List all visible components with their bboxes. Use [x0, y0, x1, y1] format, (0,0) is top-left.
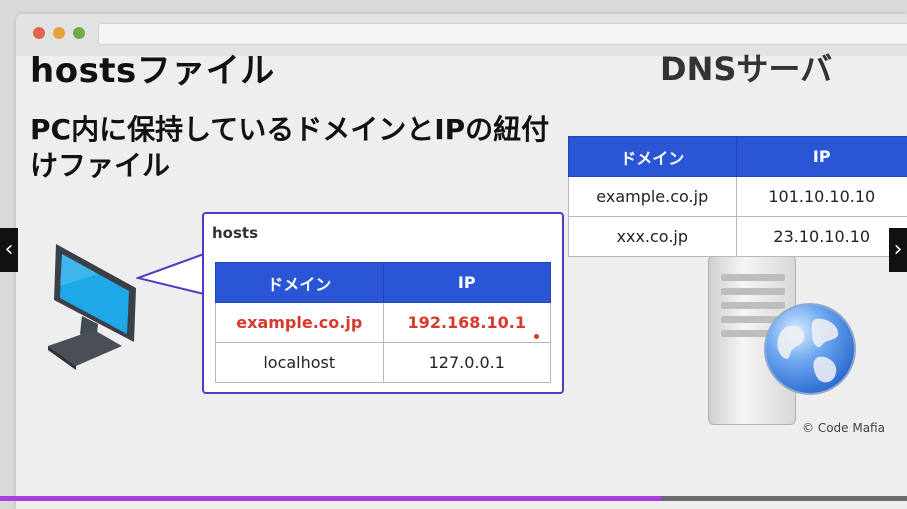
monitor-icon: [38, 238, 148, 378]
hosts-table-cell-ip: 127.0.0.1: [382, 342, 552, 383]
hosts-table-header-row: ドメイン IP: [215, 262, 552, 303]
dns-table-header-domain: ドメイン: [568, 136, 737, 177]
dns-table-cell-domain: example.co.jp: [568, 176, 737, 217]
hosts-table-header-ip: IP: [382, 262, 552, 303]
hosts-file-label: hosts: [212, 224, 259, 242]
hosts-table-header-domain: ドメイン: [215, 262, 384, 303]
chevron-left-icon: ‹: [4, 237, 14, 262]
bubble-pointer: [136, 252, 206, 296]
table-row: xxx.co.jp 23.10.10.10: [568, 216, 907, 257]
globe-icon: [764, 303, 856, 395]
hosts-table-cell-domain: example.co.jp: [215, 302, 384, 343]
dns-table-cell-ip: 23.10.10.10: [735, 216, 907, 257]
next-slide-button[interactable]: ›: [889, 228, 907, 272]
copyright-text: © Code Mafia: [802, 421, 885, 435]
annotation-dot: [534, 334, 539, 339]
video-progress-bar[interactable]: [0, 496, 907, 501]
dns-table: ドメイン IP example.co.jp 101.10.10.10 xxx.c…: [568, 136, 907, 257]
hosts-table-cell-ip: 192.168.10.1: [382, 302, 552, 343]
previous-slide-button[interactable]: ‹: [0, 228, 18, 272]
dns-table-cell-ip: 101.10.10.10: [735, 176, 907, 217]
chevron-right-icon: ›: [893, 237, 903, 262]
maximize-window-button[interactable]: [73, 27, 85, 39]
hosts-table: ドメイン IP example.co.jp 192.168.10.1 local…: [215, 262, 552, 383]
hosts-table-cell-domain: localhost: [215, 342, 384, 383]
table-row: example.co.jp 101.10.10.10: [568, 176, 907, 217]
video-progress-fill: [0, 496, 663, 501]
dns-table-header-ip: IP: [735, 136, 907, 177]
dns-table-header-row: ドメイン IP: [568, 136, 907, 177]
dns-server-title: DNSサーバ: [660, 50, 833, 88]
minimize-window-button[interactable]: [53, 27, 65, 39]
table-row: localhost 127.0.0.1: [215, 342, 552, 383]
slide-subtitle: PC内に保持しているドメインとIPの紐付けファイル: [30, 113, 550, 182]
address-bar[interactable]: [98, 23, 907, 45]
dns-table-cell-domain: xxx.co.jp: [568, 216, 737, 257]
close-window-button[interactable]: [33, 27, 45, 39]
table-row: example.co.jp 192.168.10.1: [215, 302, 552, 343]
slide-title: hostsファイル: [30, 51, 275, 91]
